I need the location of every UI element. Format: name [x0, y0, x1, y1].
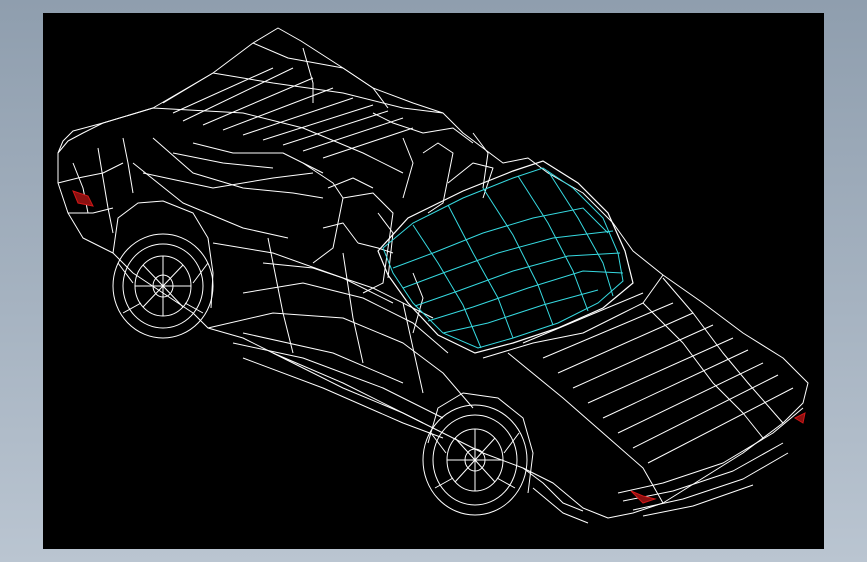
front-indicator-icon — [630, 490, 657, 504]
body-outline — [57, 27, 809, 519]
car-wireframe-icon — [57, 27, 809, 524]
front-corner-light-icon — [793, 412, 806, 424]
rear-wheel — [112, 233, 214, 339]
cad-viewport[interactable] — [43, 13, 824, 549]
front-wheel — [422, 404, 528, 516]
tail-light-icon — [72, 190, 94, 207]
windshield-mesh — [382, 167, 624, 349]
